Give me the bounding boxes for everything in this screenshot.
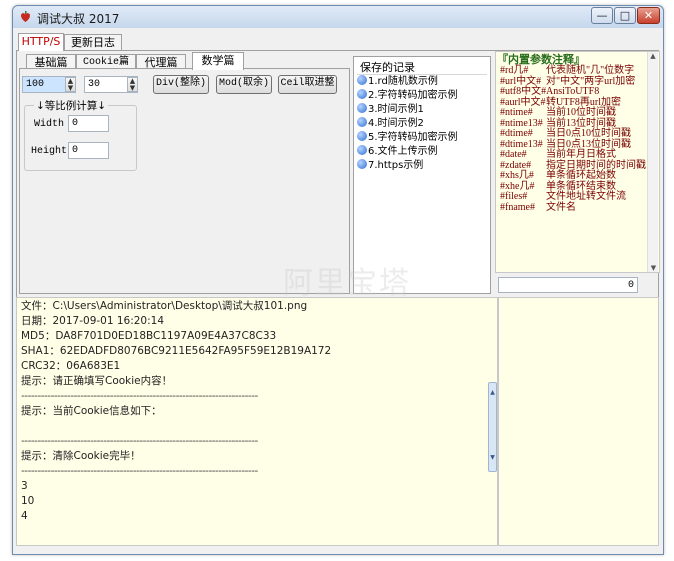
scroll-up-icon[interactable]: ▲ — [648, 52, 658, 60]
param-desc: 单条循环起始数 — [546, 170, 616, 181]
value2-spin-icon[interactable]: ▲ ▼ — [127, 77, 138, 92]
close-button[interactable]: ✕ — [637, 7, 660, 24]
log-line: SHA1：62EDADFD8076BC9211E5642FA95F59E12B1… — [21, 345, 332, 357]
list-item[interactable]: 6.文件上传示例 — [357, 145, 458, 159]
title-bar[interactable]: 调试大叔 2017 — □ ✕ — [13, 6, 663, 28]
list-item-label: 6.文件上传示例 — [368, 146, 438, 157]
tab-changelog[interactable]: 更新日志 — [64, 34, 122, 50]
param-desc: 文件地址转文件流 — [546, 191, 626, 202]
record-icon — [357, 117, 367, 127]
param-key: #files# — [500, 191, 528, 202]
log-line: CRC32：06A683E1 — [21, 360, 121, 372]
splitter-up-icon[interactable]: ▲ — [489, 389, 496, 396]
tab-basic[interactable]: 基础篇 — [26, 54, 76, 69]
record-icon — [357, 145, 367, 155]
param-key: #xhs几# — [500, 170, 534, 181]
tab-math[interactable]: 数学篇 — [192, 52, 244, 70]
param-key: #ntime# — [500, 107, 533, 118]
params-scrollbar[interactable]: ▲ ▼ — [647, 52, 658, 272]
list-item[interactable]: 7.https示例 — [357, 159, 458, 173]
log-line: 提示：请正确填写Cookie内容！ — [21, 375, 173, 387]
minimize-button[interactable]: — — [591, 7, 613, 24]
tab-proxy[interactable]: 代理篇 — [136, 54, 186, 69]
log-line: 提示：当前Cookie信息如下： — [21, 405, 162, 417]
record-icon — [357, 131, 367, 141]
splitter-down-icon[interactable]: ▼ — [489, 454, 496, 461]
list-item[interactable]: 1.rd随机数示例 — [357, 75, 458, 89]
record-icon — [357, 159, 367, 169]
param-key: #date# — [500, 149, 527, 160]
height-label: Height — [31, 146, 68, 157]
list-item-label: 4.时间示例2 — [368, 118, 424, 129]
param-key: #utf8中文# — [500, 86, 547, 97]
params-list: #rd几# 代表随机"几"位数字 #url中文# 对"中文"两字url加密 #utf… — [500, 65, 646, 214]
window-title: 调试大叔 2017 — [37, 12, 120, 26]
list-item-label: 3.时间示例1 — [368, 104, 424, 115]
list-item-label: 7.https示例 — [368, 160, 424, 171]
param-key: #rd几# — [500, 65, 529, 76]
maximize-button[interactable]: □ — [614, 7, 636, 24]
ceil-button[interactable]: Ceil取进整 — [278, 75, 337, 94]
value1-spin-icon[interactable]: ▲ ▼ — [65, 77, 76, 92]
log-separator: ----------------------------------------… — [21, 465, 258, 477]
watermark: 阿里宝塔 — [283, 266, 411, 301]
log-separator: ----------------------------------------… — [21, 435, 258, 447]
saved-records-title: 保存的记录 — [360, 61, 415, 74]
list-item-label: 2.字符转码加密示例 — [368, 90, 458, 101]
param-desc: 代表随机"几"位数字 — [546, 65, 635, 76]
param-desc: 当日0点13位时间戳 — [546, 138, 631, 150]
list-item[interactable]: 4.时间示例2 — [357, 117, 458, 131]
log-line: 4 — [21, 510, 28, 522]
splitter-handle[interactable]: ▲ ▼ — [488, 382, 497, 472]
param-desc: 指定日期时间的时间戳 — [546, 159, 646, 171]
app-logo-icon — [21, 11, 30, 22]
tab-https[interactable]: HTTP/S — [18, 33, 64, 51]
height-input[interactable]: 0 — [68, 142, 109, 159]
record-icon — [357, 89, 367, 99]
log-line: 文件：C:\Users\Administrator\Desktop\调试大叔10… — [21, 300, 308, 312]
log-line: 10 — [21, 495, 35, 507]
response-panel[interactable] — [498, 297, 659, 546]
list-item[interactable]: 3.时间示例1 — [357, 103, 458, 117]
param-desc: 当前13位时间戳 — [546, 117, 616, 129]
log-line: MD5：DA8F701D0ED18BC1197A09E4A37C8C33 — [21, 330, 277, 342]
list-item[interactable]: 2.字符转码加密示例 — [357, 89, 458, 103]
record-icon — [357, 75, 367, 85]
list-item-label: 1.rd随机数示例 — [368, 76, 438, 87]
log-line: 提示：清除Cookie完毕！ — [21, 450, 141, 462]
div-button[interactable]: Div(整除) — [153, 75, 209, 94]
param-desc: 当日0点10位时间戳 — [546, 128, 631, 139]
param-desc: 文件名 — [546, 201, 576, 213]
param-desc: AnsiToUTF8 — [546, 86, 600, 97]
width-input[interactable]: 0 — [68, 115, 109, 132]
mod-button[interactable]: Mod(取余) — [216, 75, 272, 94]
app-window: 调试大叔 2017 — □ ✕ HTTP/S 更新日志 基础篇 Cookie篇 … — [12, 5, 664, 555]
scroll-down-icon[interactable]: ▼ — [648, 264, 659, 272]
log-line: 日期：2017-09-01 16:20:14 — [21, 315, 165, 327]
saved-records-items: 1.rd随机数示例 2.字符转码加密示例 3.时间示例1 4.时间示例2 5.字… — [357, 75, 458, 173]
param-key: #fname# — [500, 201, 535, 213]
tab-cookie[interactable]: Cookie篇 — [76, 54, 136, 69]
log-separator: ----------------------------------------… — [21, 390, 258, 402]
log-line: 3 — [21, 480, 28, 492]
ratio-group-title: ↓等比例计算↓ — [34, 98, 109, 113]
param-desc: 对"中文"两字url加密 — [546, 75, 636, 87]
width-label: Width — [34, 119, 65, 130]
record-icon — [357, 103, 367, 113]
list-item-label: 5.字符转码加密示例 — [368, 132, 458, 143]
list-item[interactable]: 5.字符转码加密示例 — [357, 131, 458, 145]
param-desc: 单条循环结束数 — [546, 180, 616, 192]
param-desc: 当前年月日格式 — [546, 149, 616, 160]
param-row: #fname# 文件名 — [500, 201, 646, 214]
param-desc: 当前10位时间戳 — [546, 107, 616, 118]
counter-field[interactable]: 0 — [498, 277, 638, 293]
param-desc: 转UTF8再url加密 — [546, 96, 621, 108]
log-lines: 文件：C:\Users\Administrator\Desktop\调试大叔10… — [21, 299, 331, 524]
param-key: #dtime# — [500, 128, 533, 139]
